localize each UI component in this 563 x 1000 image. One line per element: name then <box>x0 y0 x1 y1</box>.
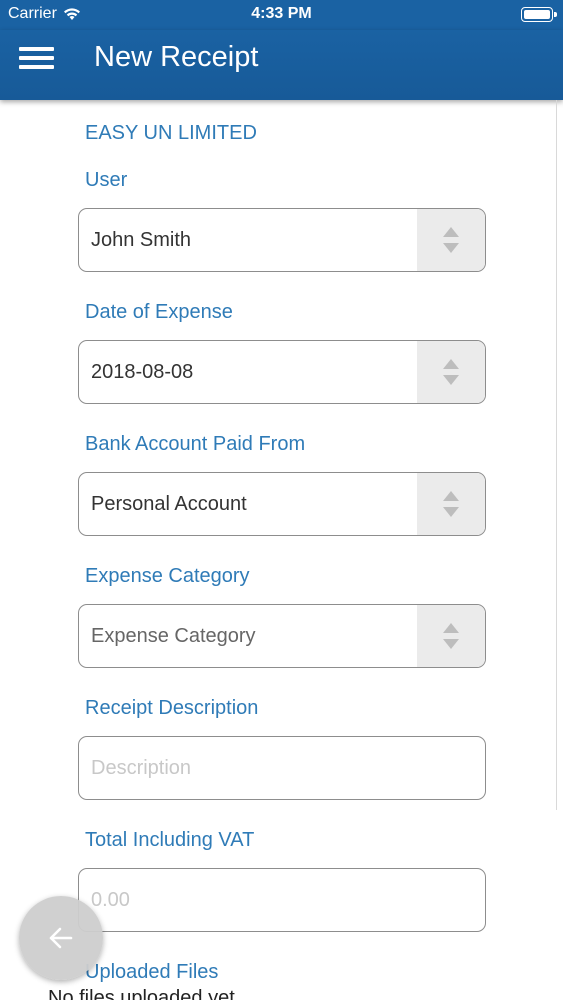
bank-account-label: Bank Account Paid From <box>85 433 306 455</box>
hamburger-menu-icon[interactable] <box>19 45 55 71</box>
bank-account-value: Personal Account <box>91 493 247 515</box>
battery-icon <box>521 7 557 22</box>
expense-category-label: Expense Category <box>85 565 250 587</box>
user-label: User <box>85 169 128 191</box>
description-input[interactable] <box>78 736 486 800</box>
scrollbar-track[interactable] <box>556 100 557 810</box>
select-arrows-icon <box>417 209 485 271</box>
select-arrows-icon <box>417 473 485 535</box>
date-of-expense-select[interactable]: 2018-08-08 <box>78 340 486 404</box>
arrow-left-icon <box>49 927 73 949</box>
receipt-description-label: Receipt Description <box>85 697 259 719</box>
status-bar: Carrier 4:33 PM <box>0 0 563 30</box>
expense-category-select[interactable]: Expense Category <box>78 604 486 668</box>
select-arrows-icon <box>417 605 485 667</box>
date-of-expense-label: Date of Expense <box>85 301 233 323</box>
total-input[interactable] <box>78 868 486 932</box>
no-files-message: No files uploaded yet <box>48 987 235 1000</box>
user-select-value: John Smith <box>91 229 192 251</box>
back-button[interactable] <box>19 896 103 980</box>
user-select[interactable]: John Smith <box>78 208 486 272</box>
date-of-expense-value: 2018-08-08 <box>91 361 194 383</box>
app-header: New Receipt <box>0 30 563 100</box>
expense-category-value: Expense Category <box>91 625 256 647</box>
status-time: 4:33 PM <box>251 5 312 22</box>
bank-account-select[interactable]: Personal Account <box>78 472 486 536</box>
company-name: EASY UN LIMITED <box>85 122 257 144</box>
total-including-vat-label: Total Including VAT <box>85 829 255 851</box>
uploaded-files-label: Uploaded Files <box>85 961 219 983</box>
select-arrows-icon <box>417 341 485 403</box>
page-title: New Receipt <box>94 41 259 73</box>
